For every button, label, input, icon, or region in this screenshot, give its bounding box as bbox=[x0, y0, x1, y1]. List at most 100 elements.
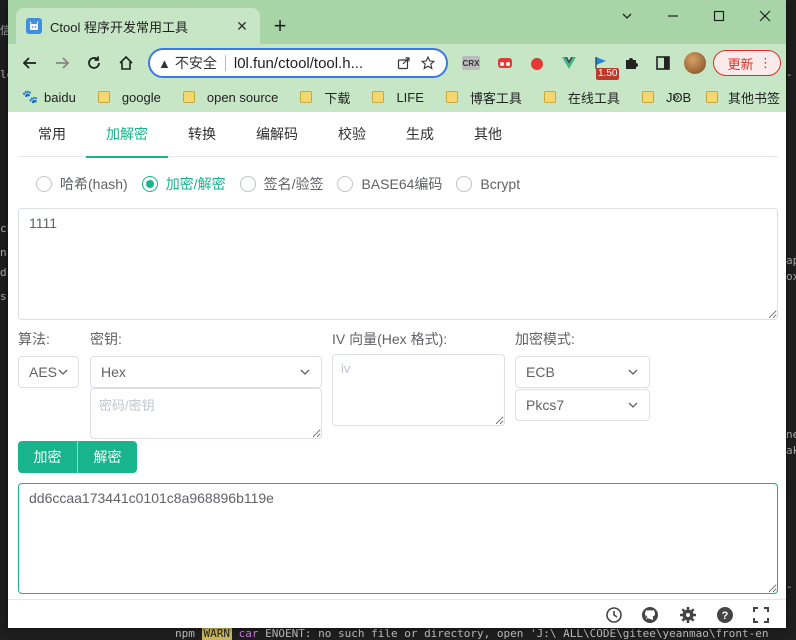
tab-search-chevron-icon[interactable] bbox=[604, 4, 650, 28]
bookmark-baidu[interactable]: 🐾 baidu bbox=[22, 90, 76, 105]
bookmark-online-tools[interactable]: 在线工具 bbox=[543, 88, 620, 107]
chevron-down-icon bbox=[627, 399, 639, 411]
update-button[interactable]: 更新 ⋮ bbox=[713, 50, 781, 76]
profile-avatar[interactable] bbox=[684, 52, 706, 74]
bookmark-download[interactable]: 下载 bbox=[300, 88, 350, 107]
bookmark-star-icon[interactable] bbox=[418, 53, 438, 73]
bookmark-label: 在线工具 bbox=[567, 90, 620, 106]
chevron-down-icon bbox=[299, 366, 311, 378]
extension-red-icon[interactable] bbox=[494, 52, 516, 74]
ctool-page: 常用 加解密 转换 编解码 校验 生成 其他 哈希(hash) 加密/解密 签名… bbox=[8, 112, 786, 628]
bookmark-job[interactable]: JOB bbox=[641, 90, 691, 105]
output-textarea[interactable]: dd6ccaa173441c0101c8a968896b119e bbox=[18, 483, 778, 594]
tab-encode-decode[interactable]: 编解码 bbox=[236, 112, 318, 157]
folder-icon bbox=[372, 91, 385, 103]
tab-close-icon[interactable]: ✕ bbox=[234, 18, 250, 34]
paw-icon: 🐾 bbox=[22, 89, 39, 104]
category-tabs: 常用 加解密 转换 编解码 校验 生成 其他 bbox=[18, 112, 778, 158]
key-textarea[interactable] bbox=[90, 388, 322, 439]
extension-badge: 1.50 bbox=[596, 68, 620, 80]
background-terminal-left: 信 le ck n d s bbox=[0, 0, 8, 640]
bookmarks-overflow-icon[interactable]: » bbox=[672, 88, 680, 104]
decrypt-button[interactable]: 解密 bbox=[78, 441, 137, 473]
algorithm-select[interactable]: AES bbox=[18, 356, 79, 388]
share-icon[interactable] bbox=[394, 53, 414, 73]
radio-base64[interactable]: BASE64编码 bbox=[337, 174, 442, 194]
cipher-mode-select[interactable]: ECB bbox=[515, 356, 650, 388]
encrypt-button[interactable]: 加密 bbox=[18, 441, 78, 473]
bookmark-label: 下载 bbox=[324, 90, 351, 106]
title-bar: Ctool 程序开发常用工具 ✕ + bbox=[8, 0, 786, 44]
close-window-icon[interactable] bbox=[742, 4, 786, 28]
svg-text:?: ? bbox=[722, 610, 729, 622]
bookmark-life[interactable]: LIFE bbox=[372, 90, 424, 105]
tab-encrypt-decrypt[interactable]: 加解密 bbox=[86, 112, 168, 158]
fullscreen-icon[interactable] bbox=[751, 605, 771, 625]
tab-verify[interactable]: 校验 bbox=[318, 112, 386, 157]
radio-hash[interactable]: 哈希(hash) bbox=[36, 174, 128, 194]
bg-line: ox bbox=[786, 270, 796, 283]
new-tab-icon[interactable]: + bbox=[268, 13, 292, 38]
settings-icon[interactable] bbox=[678, 605, 698, 625]
radio-bcrypt[interactable]: Bcrypt bbox=[456, 176, 520, 192]
puzzle-icon[interactable] bbox=[620, 52, 642, 74]
home-icon[interactable] bbox=[112, 49, 140, 77]
radio-label: 签名/验签 bbox=[263, 176, 324, 192]
tab-convert[interactable]: 转换 bbox=[168, 112, 236, 157]
terminal-prefix: npm bbox=[175, 628, 195, 640]
radio-encrypt-decrypt[interactable]: 加密/解密 bbox=[141, 174, 226, 194]
radio-label: 哈希(hash) bbox=[60, 176, 128, 192]
minimize-icon[interactable] bbox=[650, 4, 696, 28]
radio-label: 加密/解密 bbox=[165, 176, 226, 192]
browser-toolbar: ▲ 不安全 l0l.fun/ctool/tool.h... CRX 1.50 更… bbox=[8, 44, 786, 82]
bookmark-google[interactable]: google bbox=[97, 90, 161, 105]
action-button-group: 加密 解密 bbox=[18, 441, 137, 473]
history-icon[interactable] bbox=[604, 605, 624, 625]
tab-generate[interactable]: 生成 bbox=[386, 112, 454, 157]
iv-textarea[interactable] bbox=[332, 354, 505, 426]
folder-icon bbox=[445, 91, 458, 103]
tab-title: Ctool 程序开发常用工具 bbox=[50, 19, 188, 35]
bookmark-label: 博客工具 bbox=[469, 90, 522, 106]
cipher-mode-value: ECB bbox=[526, 364, 555, 380]
terminal-warn: WARN bbox=[201, 628, 232, 640]
browser-tab[interactable]: Ctool 程序开发常用工具 ✕ bbox=[16, 8, 260, 44]
radio-label: BASE64编码 bbox=[361, 176, 443, 192]
bg-line: le bbox=[0, 68, 8, 81]
input-textarea[interactable]: 1111 bbox=[18, 208, 778, 320]
crx-icon[interactable]: CRX bbox=[460, 52, 482, 74]
bookmark-label: open source bbox=[206, 89, 279, 105]
github-icon[interactable] bbox=[640, 605, 660, 625]
address-bar[interactable]: ▲ 不安全 l0l.fun/ctool/tool.h... bbox=[148, 48, 448, 78]
forward-icon[interactable] bbox=[48, 49, 76, 77]
tab-other[interactable]: 其他 bbox=[454, 112, 522, 157]
other-bookmarks[interactable]: 其他书签 bbox=[706, 82, 780, 112]
tab-common[interactable]: 常用 bbox=[18, 112, 86, 157]
radio-dot bbox=[337, 176, 354, 192]
bg-line: ap bbox=[786, 254, 796, 267]
radio-label: Bcrypt bbox=[480, 176, 521, 192]
help-icon[interactable]: ? bbox=[715, 605, 735, 625]
bg-line: ck bbox=[0, 222, 8, 235]
padding-select[interactable]: Pkcs7 bbox=[515, 389, 650, 421]
bookmark-open-source[interactable]: open source bbox=[182, 89, 279, 105]
radio-sign-verify[interactable]: 签名/验签 bbox=[239, 174, 324, 194]
bg-line: s bbox=[0, 290, 7, 303]
more-menu-icon[interactable]: ⋮ bbox=[759, 55, 772, 71]
other-bookmarks-label: 其他书签 bbox=[728, 90, 781, 106]
back-icon[interactable] bbox=[16, 49, 44, 77]
key-format-select[interactable]: Hex bbox=[90, 356, 322, 388]
bg-line: d bbox=[0, 266, 7, 279]
maximize-icon[interactable] bbox=[696, 4, 742, 28]
bookmark-blog-tools[interactable]: 博客工具 bbox=[445, 88, 522, 107]
bg-line: 信 bbox=[0, 24, 8, 37]
mode-radio-group: 哈希(hash) 加密/解密 签名/验签 BASE64编码 Bcrypt bbox=[36, 174, 534, 194]
url-text[interactable]: l0l.fun/ctool/tool.h... bbox=[234, 55, 390, 72]
vue-devtools-icon[interactable] bbox=[558, 52, 580, 74]
key-label: 密钥: bbox=[90, 331, 122, 347]
reload-icon[interactable] bbox=[80, 49, 108, 77]
tomato-icon[interactable] bbox=[526, 52, 548, 74]
sidepanel-icon[interactable] bbox=[652, 52, 674, 74]
chevron-down-icon bbox=[57, 366, 69, 378]
warning-icon[interactable]: ▲ bbox=[158, 56, 171, 71]
